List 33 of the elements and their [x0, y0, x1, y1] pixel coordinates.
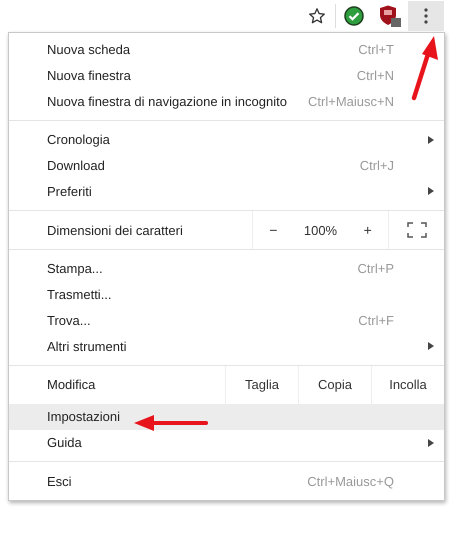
- menu-item[interactable]: Stampa... Ctrl+P: [9, 256, 444, 282]
- shortcut-label: Ctrl+J: [360, 158, 394, 174]
- menu-item[interactable]: Nuova scheda Ctrl+T: [9, 37, 444, 63]
- zoom-out-button[interactable]: −: [263, 222, 284, 238]
- menu-button[interactable]: [408, 1, 444, 31]
- menu-item[interactable]: Altri strumenti: [9, 333, 444, 359]
- check-circle-icon[interactable]: [344, 6, 364, 26]
- menu-item[interactable]: Trova... Ctrl+F: [9, 308, 444, 334]
- shortcut-label: Ctrl+N: [356, 68, 394, 84]
- menu-item[interactable]: Nuova finestra di navigazione in incognito Ctrl+Maiusc+N: [9, 88, 444, 114]
- menu-label: Dimensioni dei caratteri: [46, 222, 184, 240]
- menu-item[interactable]: Trasmetti...: [9, 282, 444, 308]
- star-icon[interactable]: [308, 7, 326, 25]
- annotation-arrow: [412, 36, 438, 100]
- shortcut-label: Ctrl+Maiusc+Q: [307, 474, 394, 489]
- shield-icon[interactable]: [378, 5, 402, 27]
- menu-item[interactable]: Impostazioni: [9, 404, 444, 430]
- menu-item[interactable]: Esci Ctrl+Maiusc+Q: [9, 468, 444, 494]
- menu-item[interactable]: Nuova finestra Ctrl+N: [9, 62, 444, 88]
- edit-button[interactable]: Incolla: [371, 366, 444, 404]
- menu-label: Modifica: [46, 376, 96, 394]
- fullscreen-icon[interactable]: [406, 222, 426, 238]
- shortcut-label: Ctrl+F: [358, 312, 394, 328]
- menu-icon: [424, 8, 428, 24]
- zoom-in-button[interactable]: +: [358, 222, 378, 238]
- menu-item[interactable]: Download Ctrl+J: [9, 152, 444, 178]
- shortcut-label: Ctrl+P: [358, 261, 394, 276]
- shortcut-label: Ctrl+Maiusc+N: [308, 94, 394, 109]
- menu-item[interactable]: Guida: [9, 430, 444, 456]
- menu-item[interactable]: Cronologia: [9, 127, 444, 153]
- shortcut-label: Ctrl+T: [358, 42, 394, 58]
- zoom-level: 100%: [304, 222, 338, 238]
- menu-item[interactable]: Preferiti: [9, 178, 444, 204]
